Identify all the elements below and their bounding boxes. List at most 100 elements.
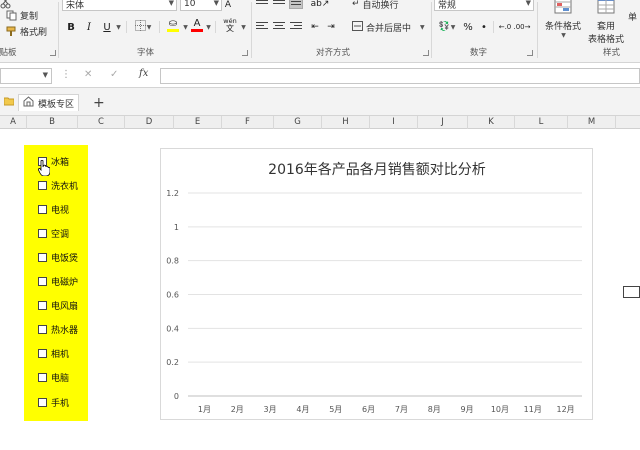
- column-header-j[interactable]: J: [418, 116, 468, 129]
- copy-button[interactable]: 复制: [6, 9, 38, 22]
- increase-indent-button[interactable]: ⇥: [324, 19, 338, 35]
- italic-button[interactable]: I: [82, 19, 96, 35]
- column-header-b[interactable]: B: [27, 116, 78, 129]
- phonetic-dropdown[interactable]: ▼: [239, 19, 247, 35]
- tab-template-zone[interactable]: 模板专区: [18, 94, 80, 111]
- checkbox-square-icon[interactable]: [38, 301, 47, 311]
- merge-center-button[interactable]: 合并后居中 ▼: [352, 20, 425, 34]
- align-bottom-icon[interactable]: [289, 0, 303, 9]
- insert-function-button[interactable]: fx: [139, 68, 148, 79]
- bold-button[interactable]: B: [64, 19, 78, 35]
- formula-bar-resize-handle[interactable]: ⋮: [61, 69, 71, 80]
- add-tab-button[interactable]: +: [89, 94, 109, 111]
- checkbox-square-icon[interactable]: [38, 204, 47, 214]
- conditional-format-button[interactable]: 条件格式 ▼: [544, 0, 582, 39]
- align-center-icon[interactable]: [273, 22, 285, 32]
- number-format-combo[interactable]: 常规 ▼: [434, 0, 534, 11]
- formula-input[interactable]: [160, 68, 640, 84]
- y-tick-label: 0.8: [166, 257, 179, 266]
- checkbox-square-icon[interactable]: [38, 228, 47, 238]
- column-header-f[interactable]: F: [222, 116, 274, 129]
- fill-color-dropdown[interactable]: ▼: [181, 19, 189, 35]
- increase-indent-icon: ⇥: [327, 22, 335, 32]
- styles-group-label: 样式: [603, 48, 621, 58]
- column-header-c[interactable]: C: [78, 116, 125, 129]
- product-checkbox[interactable]: 热水器: [38, 324, 78, 336]
- chevron-down-icon: ▼: [420, 23, 425, 31]
- product-checkbox[interactable]: 电饭煲: [38, 251, 78, 264]
- decrease-indent-button[interactable]: ⇤: [308, 19, 322, 35]
- cancel-entry-button[interactable]: ✕: [84, 69, 92, 80]
- chevron-down-icon[interactable]: ▼: [43, 71, 48, 79]
- clipboard-launcher[interactable]: [50, 50, 56, 56]
- comma-style-button[interactable]: •: [478, 19, 490, 35]
- align-left-icon[interactable]: [256, 22, 268, 32]
- format-painter-button[interactable]: 格式刷: [6, 25, 47, 38]
- checkbox-label: 洗衣机: [51, 181, 79, 192]
- clipboard-group-label: 剪贴板: [0, 48, 17, 58]
- accounting-format-button[interactable]: 💱 ▼: [436, 19, 458, 35]
- product-checkbox[interactable]: 洗衣机: [38, 179, 79, 192]
- checkbox-square-icon[interactable]: [38, 252, 47, 262]
- column-header-k[interactable]: K: [468, 116, 515, 129]
- product-checkbox[interactable]: 相机: [38, 348, 69, 360]
- checkbox-label: 空调: [51, 229, 70, 240]
- font-name-value: 宋体: [66, 0, 85, 11]
- underline-dropdown[interactable]: ▼: [113, 19, 123, 35]
- name-box[interactable]: ▼: [0, 68, 52, 84]
- align-right-icon[interactable]: [290, 22, 302, 32]
- x-tick-label: 9月: [461, 405, 474, 414]
- document-tabs-bar: 模板专区 +: [0, 88, 640, 116]
- percent-button[interactable]: %: [461, 19, 475, 35]
- checkbox-square-icon[interactable]: [38, 277, 47, 286]
- orientation-button[interactable]: ab↗: [310, 0, 330, 12]
- column-header-g[interactable]: G: [274, 116, 322, 129]
- product-checkbox[interactable]: 电视: [38, 203, 69, 216]
- phonetic-icon: 文: [226, 24, 234, 33]
- column-header-l[interactable]: L: [515, 116, 568, 129]
- decrease-decimal-button[interactable]: .00→: [514, 19, 531, 35]
- checkbox-square-icon[interactable]: [38, 180, 47, 190]
- enter-entry-button[interactable]: ✓: [110, 69, 118, 80]
- worksheet[interactable]: 冰箱 洗衣机 电视 空调 电饭煲 电磁炉 电风扇 热水器 相机 电脑 手机 2016年各产品各月销售…: [0, 129, 640, 450]
- font-launcher[interactable]: [242, 50, 248, 56]
- x-tick-label: 12月: [556, 405, 574, 414]
- font-name-combo[interactable]: 宋体 ▼: [62, 0, 177, 11]
- wrap-text-button[interactable]: ↵ 自动换行: [352, 0, 399, 11]
- line-chart[interactable]: 2016年各产品各月销售额对比分析 0 0.2 0.4 0.6 0.8 1 1.2 1月 2月 3…: [160, 148, 593, 420]
- column-header-h[interactable]: H: [322, 116, 370, 129]
- product-checkbox[interactable]: 电脑: [38, 372, 69, 384]
- chevron-down-icon[interactable]: ▼: [169, 0, 174, 7]
- font-color-dropdown[interactable]: ▼: [204, 19, 212, 35]
- align-middle-icon[interactable]: [273, 0, 285, 7]
- align-top-icon[interactable]: [256, 0, 268, 7]
- phonetic-button[interactable]: wén 文: [219, 17, 241, 33]
- checkbox-square-icon[interactable]: [38, 325, 47, 335]
- product-checkbox[interactable]: 手机: [38, 396, 69, 409]
- border-button[interactable]: ▼: [130, 19, 156, 35]
- chevron-down-icon[interactable]: ▼: [526, 0, 531, 7]
- checkbox-square-icon[interactable]: [38, 397, 47, 407]
- column-header-m[interactable]: M: [568, 116, 616, 129]
- column-header-e[interactable]: E: [174, 116, 222, 129]
- column-header-d[interactable]: D: [125, 116, 174, 129]
- checkbox-square-icon[interactable]: [38, 349, 47, 359]
- product-checkbox[interactable]: 空调: [38, 227, 70, 240]
- number-launcher[interactable]: [527, 50, 533, 56]
- increase-decimal-button[interactable]: ←.0: [497, 19, 513, 35]
- alignment-launcher[interactable]: [423, 50, 429, 56]
- product-checkbox[interactable]: 电磁炉: [38, 276, 78, 288]
- column-header-a[interactable]: A: [0, 116, 27, 129]
- product-checkbox[interactable]: 电风扇: [38, 300, 78, 312]
- resize-handle[interactable]: [623, 286, 640, 298]
- chevron-down-icon[interactable]: ▼: [214, 0, 219, 7]
- format-as-table-button[interactable]: 套用 表格格式: [584, 0, 628, 45]
- increase-font-button[interactable]: A: [222, 0, 234, 13]
- font-color-button[interactable]: A: [190, 17, 204, 33]
- cell-styles-button[interactable]: 单: [628, 10, 637, 23]
- column-header-i[interactable]: I: [370, 116, 418, 129]
- font-size-combo[interactable]: 10 ▼: [180, 0, 222, 11]
- folder-tab[interactable]: [0, 94, 18, 111]
- checkbox-square-icon[interactable]: [38, 373, 47, 383]
- underline-button[interactable]: U: [100, 19, 114, 35]
